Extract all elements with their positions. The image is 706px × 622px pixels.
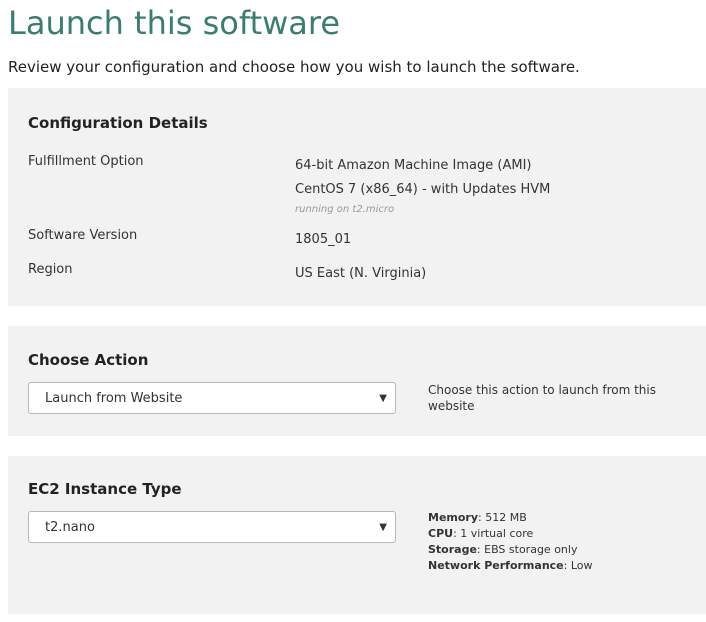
region-value: US East (N. Virginia) bbox=[295, 266, 427, 281]
spec-memory: Memory: 512 MB bbox=[428, 511, 527, 524]
page-title: Launch this software bbox=[8, 4, 341, 42]
spec-network: Network Performance: Low bbox=[428, 559, 593, 572]
spec-value: Low bbox=[570, 559, 593, 572]
instance-specs: Memory: 512 MB CPU: 1 virtual core Stora… bbox=[428, 510, 593, 574]
spec-value: EBS storage only bbox=[484, 543, 578, 556]
fulfillment-option-note: running on t2.micro bbox=[295, 204, 395, 215]
configuration-details-heading: Configuration Details bbox=[28, 114, 208, 132]
choose-action-heading: Choose Action bbox=[28, 351, 149, 369]
spec-value: 1 virtual core bbox=[460, 527, 534, 540]
spec-key: Memory bbox=[428, 511, 479, 524]
spec-value: 512 MB bbox=[485, 511, 527, 524]
region-label: Region bbox=[28, 262, 73, 277]
choose-action-help-text: Choose this action to launch from this w… bbox=[428, 383, 656, 413]
software-version-value: 1805_01 bbox=[295, 232, 352, 247]
spec-key: CPU bbox=[428, 527, 454, 540]
spec-key: Storage bbox=[428, 543, 477, 556]
spec-key: Network Performance bbox=[428, 559, 564, 572]
spec-storage: Storage: EBS storage only bbox=[428, 543, 578, 556]
ec2-instance-type-select[interactable]: t2.nano ▼ bbox=[28, 511, 396, 543]
software-version-label: Software Version bbox=[28, 228, 138, 243]
choose-action-panel: Choose Action Launch from Website ▼ Choo… bbox=[8, 326, 706, 436]
configuration-details-panel: Configuration Details Fulfillment Option… bbox=[8, 88, 706, 306]
chevron-down-icon: ▼ bbox=[379, 393, 387, 404]
spec-cpu: CPU: 1 virtual core bbox=[428, 527, 534, 540]
choose-action-select[interactable]: Launch from Website ▼ bbox=[28, 382, 396, 414]
fulfillment-option-value-line1: 64-bit Amazon Machine Image (AMI) bbox=[295, 158, 532, 173]
chevron-down-icon: ▼ bbox=[379, 522, 387, 533]
fulfillment-option-label: Fulfillment Option bbox=[28, 154, 144, 169]
fulfillment-option-value-line2: CentOS 7 (x86_64) - with Updates HVM bbox=[295, 182, 551, 197]
ec2-instance-type-heading: EC2 Instance Type bbox=[28, 480, 182, 498]
ec2-instance-type-panel: EC2 Instance Type t2.nano ▼ Memory: 512 … bbox=[8, 456, 706, 614]
page-subtitle: Review your configuration and choose how… bbox=[8, 58, 580, 76]
choose-action-selected-value: Launch from Website bbox=[45, 391, 183, 406]
ec2-instance-type-selected-value: t2.nano bbox=[45, 520, 95, 535]
